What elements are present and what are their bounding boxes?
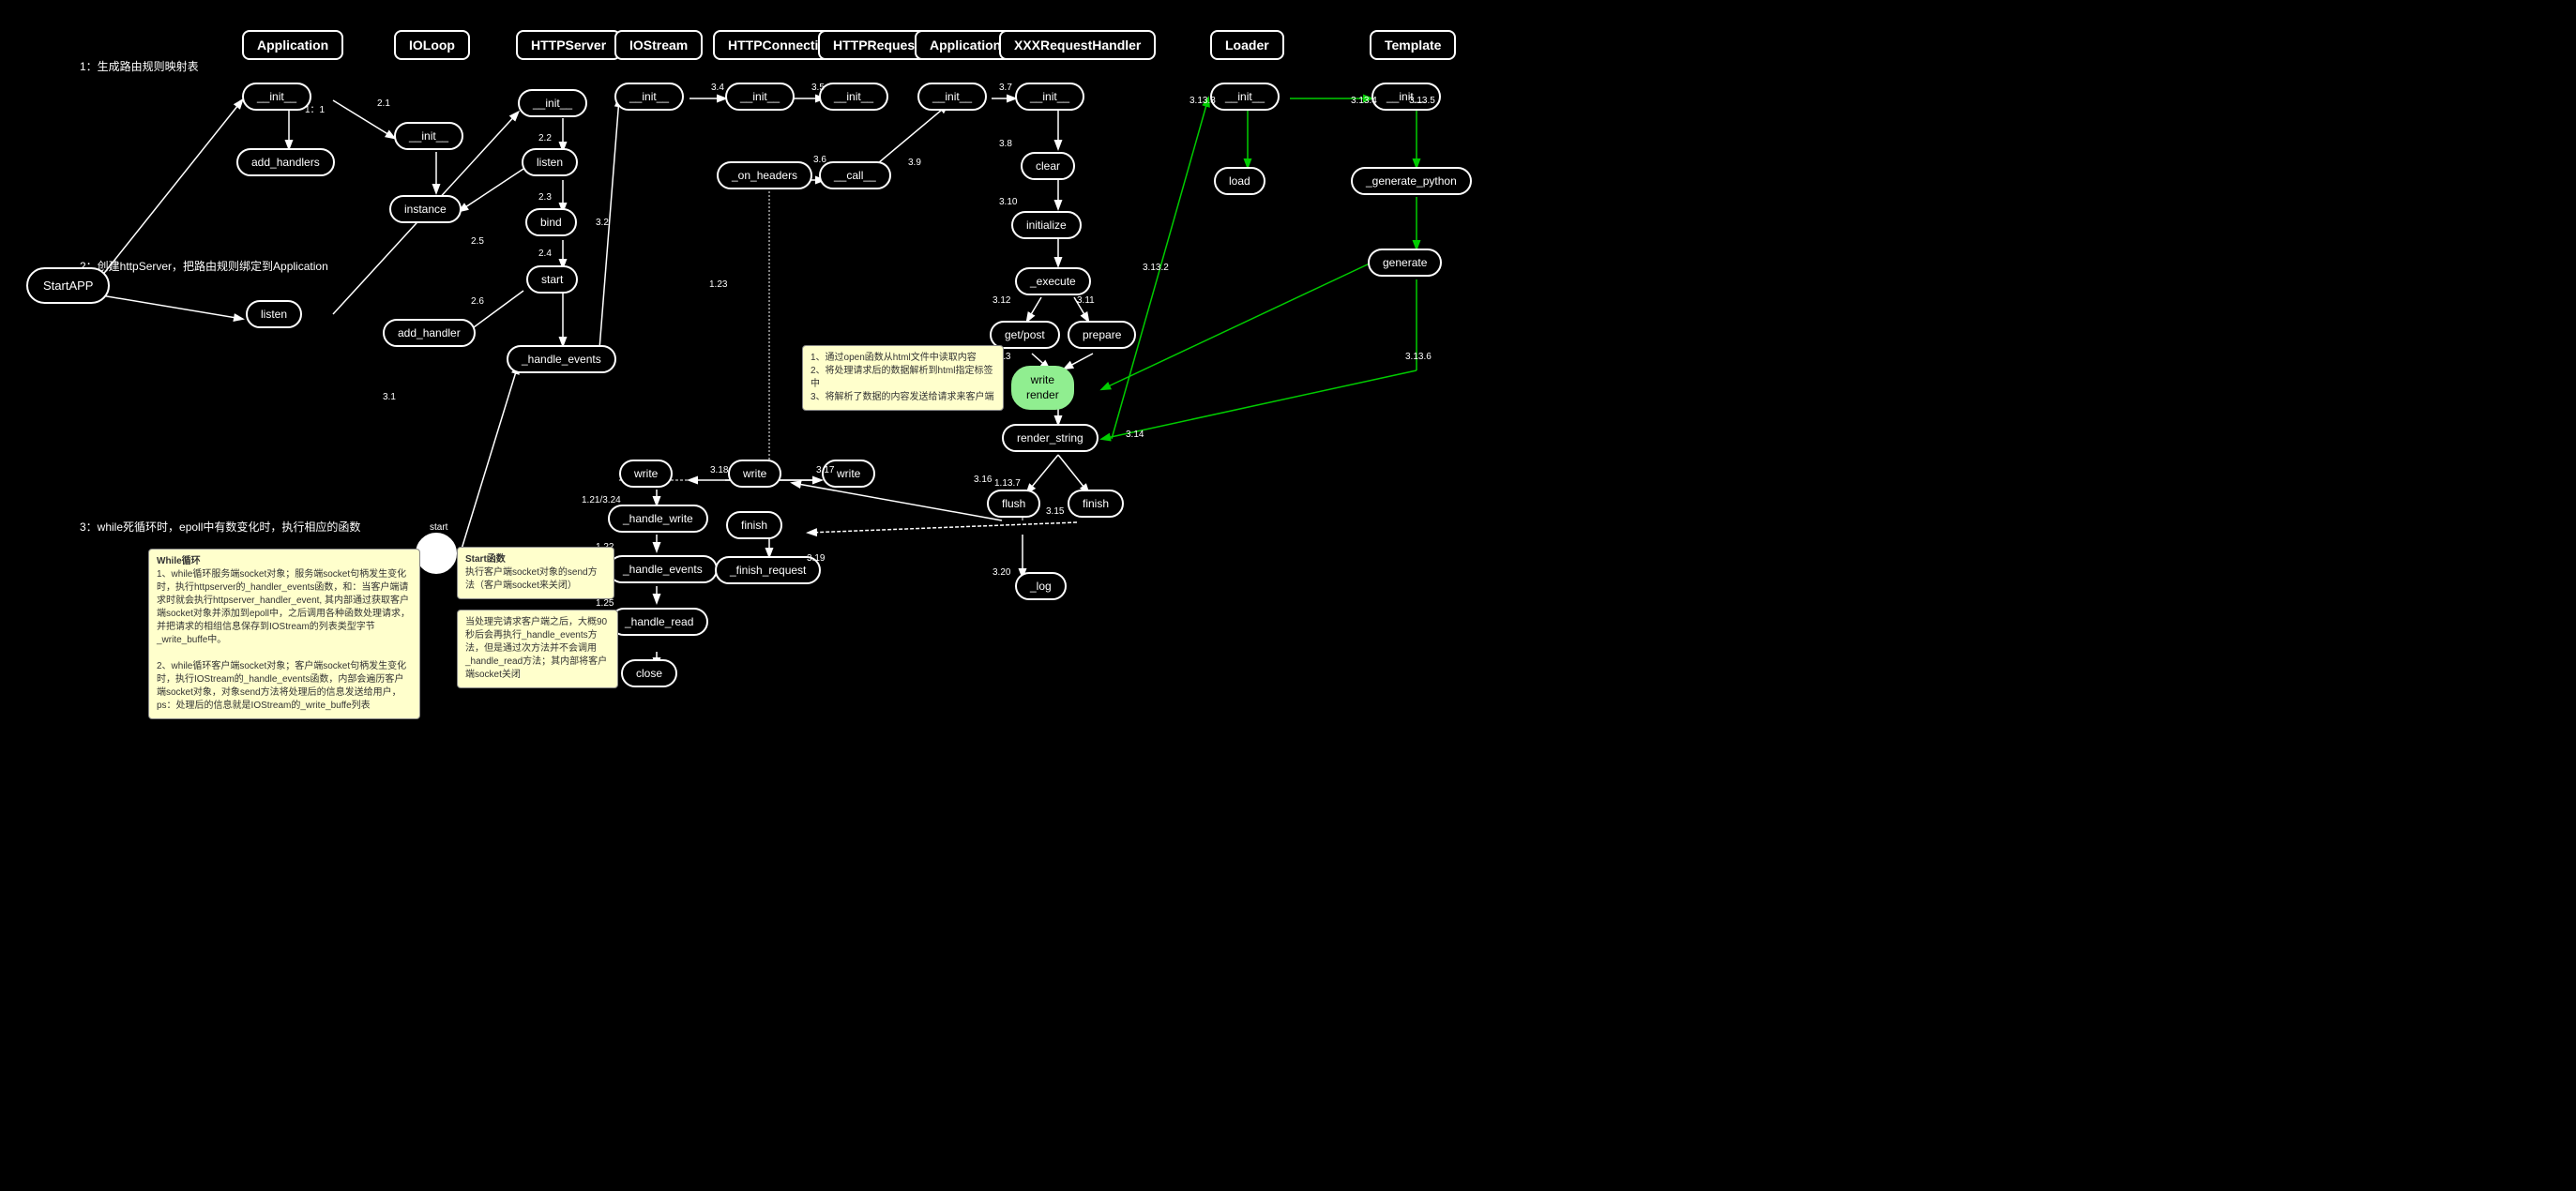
col-header-xxxhandler: XXXRequestHandler [999, 30, 1156, 60]
node-app-listen: listen [246, 300, 302, 328]
label-310: 3.10 [999, 197, 1017, 207]
node-app-add-handlers: add_handlers [236, 148, 335, 176]
node-ioloop-add-handler: add_handler [383, 319, 476, 347]
node-httpserver-start: start [526, 265, 578, 294]
node-xxx-flush: flush [987, 490, 1040, 518]
node-iostream-write: write [619, 460, 673, 488]
node-xxx-render-string: render_string [1002, 424, 1099, 452]
annotation-start-func: Start函数 执行客户端socket对象的send方法（客户端socket来关… [457, 547, 614, 599]
node-xxx-init: __init__ [1015, 83, 1084, 111]
node-httpreq-init: __init__ [819, 83, 888, 111]
label-125: 1.25 [596, 598, 614, 609]
label-39: 3.9 [908, 158, 921, 168]
step1-label: 1：生成路由规则映射表 [80, 58, 199, 74]
col-header-httpserver: HTTPServer [516, 30, 621, 60]
label-25: 2.5 [471, 236, 484, 247]
node-httpconn-finish: finish [726, 511, 782, 539]
label-1137: 1.13.7 [994, 478, 1021, 489]
col-header-template: Template [1370, 30, 1456, 60]
node-httpconn-write: write [728, 460, 781, 488]
node-startapp: StartAPP [26, 267, 110, 304]
col-header-iostream: IOStream [614, 30, 703, 60]
node-xxx-log: _log [1015, 572, 1067, 600]
node-httpconn-init: __init__ [725, 83, 795, 111]
label-1136: 3.13.6 [1405, 352, 1432, 362]
node-app-init: __init__ [242, 83, 311, 111]
node-xxx-write-render: writerender [1011, 366, 1074, 410]
node-template-generate-python: _generate_python [1351, 167, 1472, 195]
node-xxx-initialize: initialize [1011, 211, 1082, 239]
node-iostream-handle-write: _handle_write [608, 505, 708, 533]
node-httpserver-handle-events: _handle_events [507, 345, 616, 373]
label-22: 2.2 [538, 133, 552, 143]
label-38: 3.8 [999, 139, 1012, 149]
label-1135: 3.13.5 [1409, 96, 1435, 106]
label-319: 3.19 [807, 553, 825, 564]
node-xxx-clear: clear [1021, 152, 1075, 180]
label-21: 2.1 [377, 98, 390, 109]
node-xxx-prepare: prepare [1068, 321, 1136, 349]
label-315: 3.15 [1046, 506, 1064, 517]
label-32: 3.2 [596, 218, 609, 228]
annotation-after-read: 当处理完请求客户端之后，大概90秒后会再执行_handle_events方法，但… [457, 610, 618, 688]
node-loader-init: __init__ [1210, 83, 1280, 111]
label-312: 3.12 [993, 295, 1010, 306]
label-start: start [430, 522, 447, 533]
node-httpserver-bind: bind [525, 208, 577, 236]
node-iostream-close: close [621, 659, 677, 687]
col-header-application1: Application [242, 30, 343, 60]
node-httpserver-listen: listen [522, 148, 578, 176]
label-1133: 3.13.3 [1190, 96, 1216, 106]
label-121-324: 1.21/3.24 [582, 495, 621, 505]
node-ioloop-init: __init__ [394, 122, 463, 150]
label-35: 3.5 [811, 83, 825, 93]
label-34: 3.4 [711, 83, 724, 93]
node-ioloop-instance: instance [389, 195, 462, 223]
node-iostream-handle-read: _handle_read [610, 608, 708, 636]
label-317: 3.17 [816, 465, 834, 475]
label-26: 2.6 [471, 296, 484, 307]
node-iostream-init: __init__ [614, 83, 684, 111]
label-24: 2.4 [538, 249, 552, 259]
label-11: 1：1 [305, 101, 325, 115]
node-app2-init: __init__ [917, 83, 987, 111]
label-31: 3.1 [383, 392, 396, 402]
label-1132: 3.13.2 [1143, 263, 1169, 273]
diagram-container: 1：生成路由规则映射表 2：创建httpServer，把路由规则绑定到Appli… [0, 0, 2576, 1191]
node-template-generate: generate [1368, 249, 1442, 277]
step2-label: 2：创建httpServer，把路由规则绑定到Application [80, 258, 328, 274]
label-318: 3.18 [710, 465, 728, 475]
annotation-while-loop: While循环 1、while循环服务端socket对象；服务端socket句柄… [148, 549, 420, 719]
label-311: 3.11 [1077, 295, 1095, 306]
label-320: 3.20 [993, 567, 1010, 578]
step3-label: 3：while死循环时，epoll中有数变化时，执行相应的函数 [80, 519, 360, 535]
node-httpserver-init: __init__ [518, 89, 587, 117]
node-ioloop-start-circle [416, 533, 457, 574]
label-23: 2.3 [538, 192, 552, 203]
label-316: 3.16 [974, 475, 992, 485]
label-1134: 3.13.4 [1351, 96, 1377, 106]
node-loader-load: load [1214, 167, 1265, 195]
annotation-render-note: 1、通过open函数从html文件中读取内容 2、将处理请求后的数据解析到htm… [802, 345, 1004, 411]
col-header-loader: Loader [1210, 30, 1284, 60]
node-httpconn-on-headers: _on_headers [717, 161, 812, 189]
node-httpreq-call: __call__ [819, 161, 891, 189]
node-xxx-finish: finish [1068, 490, 1124, 518]
label-314: 3.14 [1126, 430, 1144, 440]
label-37: 3.7 [999, 83, 1012, 93]
node-xxx-execute: _execute [1015, 267, 1091, 295]
node-iostream-handle-events: _handle_events [608, 555, 718, 583]
col-header-ioloop: IOLoop [394, 30, 470, 60]
label-123: 1.23 [709, 279, 727, 290]
node-httpconn-finish-request: _finish_request [715, 556, 821, 584]
